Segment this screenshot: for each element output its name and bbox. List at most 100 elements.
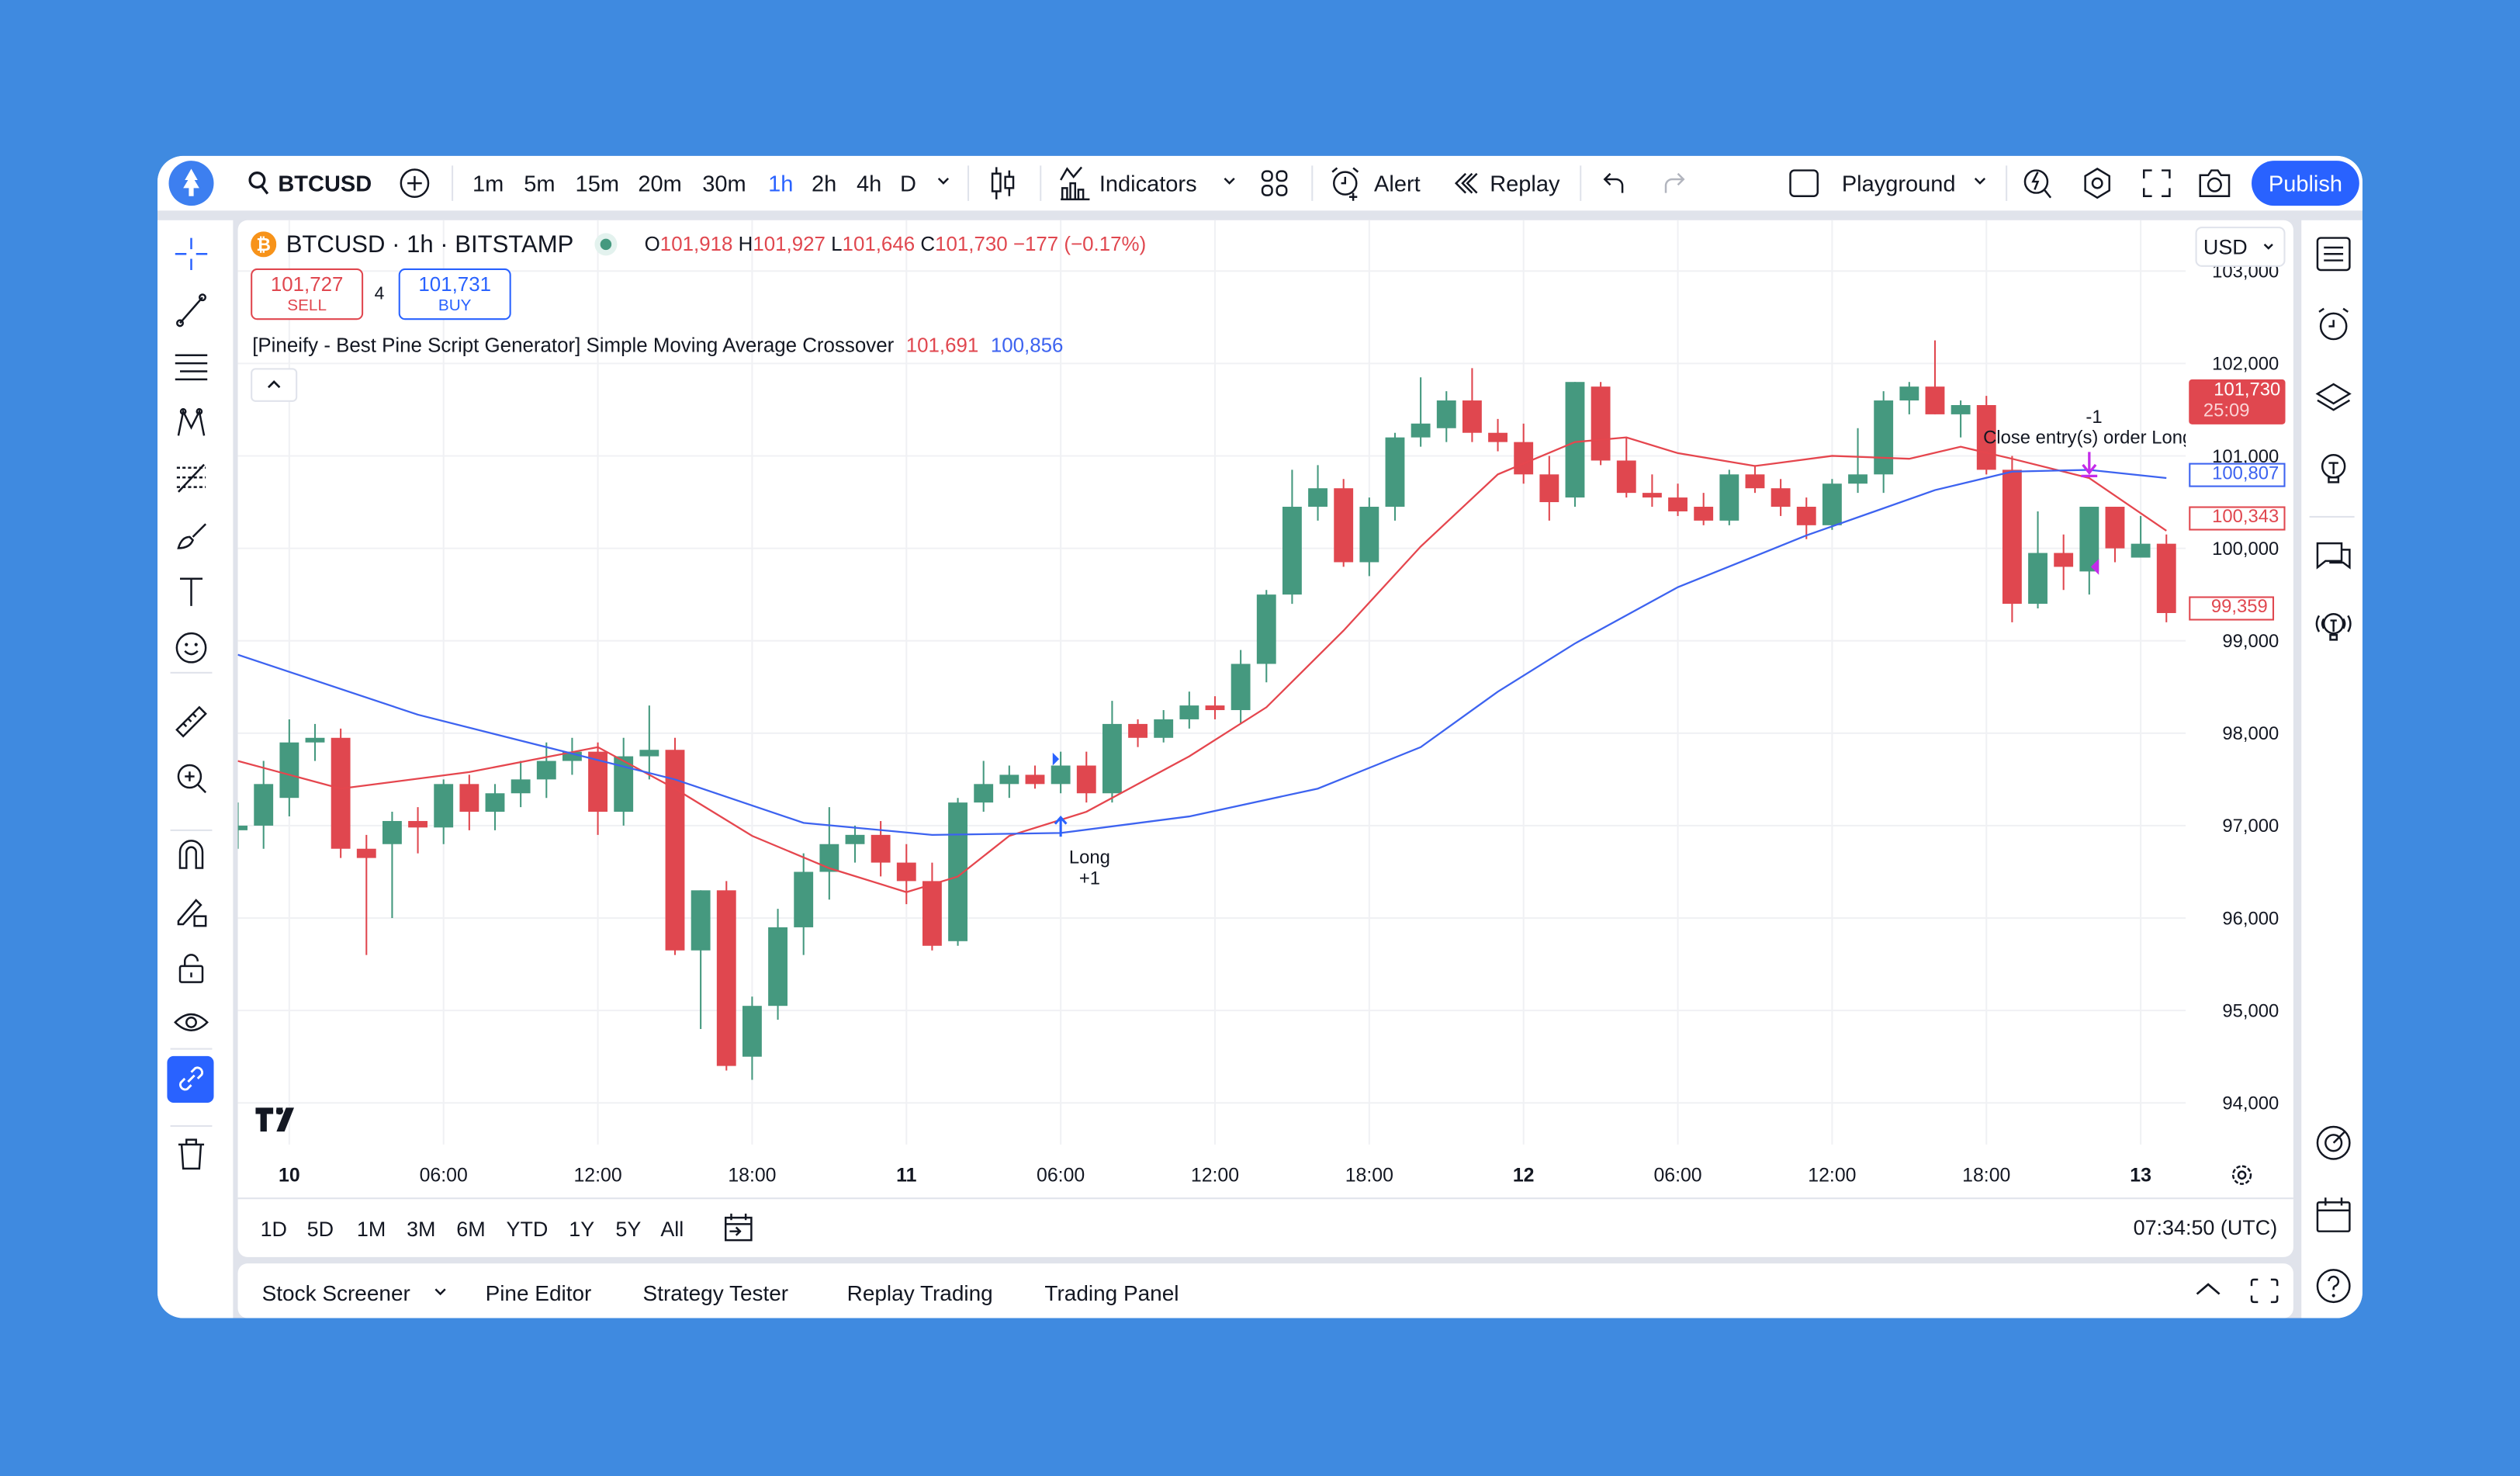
ruler-icon[interactable] [174,704,209,740]
watchlist-icon[interactable] [2314,234,2353,273]
sell-button[interactable]: 101,727 SELL [251,268,364,320]
candle-body [1436,400,1456,428]
range-3m[interactable]: 3M [407,1217,435,1241]
buy-label: BUY [438,297,472,315]
price-tick-label: 94,000 [2222,1093,2279,1114]
interval-1h[interactable]: 1h [768,171,793,196]
go-to-date-calendar-icon[interactable] [723,1212,753,1242]
interval-1m[interactable]: 1m [472,171,504,196]
low-label: L [831,233,843,256]
candle-body [974,784,994,803]
price-tick-label: 96,000 [2222,908,2279,929]
range-ytd[interactable]: YTD [506,1217,548,1241]
buy-button[interactable]: 101,731 BUY [398,268,511,320]
fib-retracement-icon[interactable] [174,461,209,497]
candle-body [459,784,479,812]
text-icon[interactable] [174,573,209,609]
interval-5m[interactable]: 5m [524,171,555,196]
range-6m[interactable]: 6M [456,1217,485,1241]
time-tick-label: 18:00 [1345,1165,1393,1186]
slow-sma-price-label: 100,807 [2189,463,2286,487]
candle-body [1539,474,1559,503]
candle [408,807,428,854]
range-5d[interactable]: 5D [307,1217,334,1241]
candle-body [1925,386,1945,414]
interval-D[interactable]: D [900,171,916,196]
eye-hide-icon[interactable] [174,1005,209,1041]
horizontal-lines-icon[interactable] [174,348,209,384]
candle-body [1719,474,1739,521]
indicator-legend[interactable]: [Pineify - Best Pine Script Generator] S… [252,334,1063,357]
candle [1282,469,1302,605]
chevron-up-icon[interactable] [2193,1280,2222,1299]
market-open-status-icon[interactable] [593,231,618,257]
range-1y[interactable]: 1Y [569,1217,594,1241]
candle [536,742,556,799]
interval-20m[interactable]: 20m [638,171,681,196]
crosshair-icon[interactable] [174,236,209,272]
pattern-xabcd-icon[interactable] [174,405,209,441]
candle [974,761,994,812]
interval-4h[interactable]: 4h [857,171,881,196]
candle-body [716,890,736,1066]
candle-body [1771,488,1791,508]
streams-lightbulb-icon[interactable] [2314,608,2353,646]
bar-countdown: 25:09 [2203,401,2250,421]
collapse-legend-button[interactable] [251,368,298,402]
candle [794,853,814,955]
trash-icon[interactable] [174,1136,209,1172]
candle [305,723,325,761]
tab-trading-panel[interactable]: Trading Panel [1044,1281,1179,1305]
interval-2h[interactable]: 2h [812,171,836,196]
lock-drawings-pencil-icon[interactable] [174,894,209,930]
range-all[interactable]: All [660,1217,684,1241]
candle-body [408,820,428,828]
unlock-icon[interactable] [174,950,209,986]
calendar-icon[interactable] [2314,1196,2353,1235]
chat-icon[interactable] [2314,539,2353,577]
currency-select[interactable]: USD [2195,227,2286,267]
price-chart[interactable]: 94,000 95,000 96,000 97,000 98,000 99,000 100,… [0,0,2520,1476]
maximize-panel-icon[interactable] [2250,1278,2279,1304]
interval-30m[interactable]: 30m [702,171,746,196]
object-tree-layers-icon[interactable] [2314,378,2353,417]
range-1m[interactable]: 1M [357,1217,386,1241]
zoom-in-icon[interactable] [174,761,209,796]
tab-pine-editor[interactable]: Pine Editor [486,1281,592,1305]
candle-body [896,862,916,882]
indicator-name[interactable]: [Pineify - Best Pine Script Generator] S… [252,334,894,357]
candle [459,774,479,830]
trend-line-icon[interactable] [174,293,209,328]
open-label: O [644,233,660,256]
candle [1925,340,1945,414]
ideas-lightbulb-icon[interactable] [2314,450,2353,489]
tradingview-logo-icon[interactable] [255,1107,303,1132]
chart-title[interactable]: BTCUSD · 1h · BITSTAMP [286,231,574,258]
tab-stock-screener[interactable]: Stock Screener [262,1281,410,1305]
time-tick-label: 12:00 [573,1165,621,1186]
magnet-icon[interactable] [174,836,209,871]
candle [999,765,1019,799]
emoji-icon[interactable] [174,630,209,666]
candle-body [1359,507,1379,563]
candle [2131,515,2151,558]
brush-icon[interactable] [174,518,209,553]
help-icon[interactable] [2314,1266,2353,1305]
tab-strategy-tester[interactable]: Strategy Tester [643,1281,789,1305]
grid: 94,000 95,000 96,000 97,000 98,000 99,000 100,… [237,220,2279,1186]
range-1d[interactable]: 1D [261,1217,287,1241]
link-icon[interactable] [174,1061,209,1097]
divider [237,1197,2293,1200]
axis-settings-gear-icon[interactable] [2229,1162,2255,1188]
currency-value: USD [2203,234,2248,259]
divider [170,1048,213,1050]
alerts-clock-icon[interactable] [2314,306,2353,345]
utc-clock[interactable]: 07:34:50 (UTC) [2073,1215,2278,1239]
tab-replay-trading[interactable]: Replay Trading [847,1281,993,1305]
chevron-down-icon[interactable] [432,1286,448,1299]
candle [614,737,634,826]
range-5y[interactable]: 5Y [615,1217,641,1241]
time-tick-label: 10 [279,1165,300,1186]
interval-15m[interactable]: 15m [576,171,619,196]
target-icon[interactable] [2314,1124,2353,1162]
